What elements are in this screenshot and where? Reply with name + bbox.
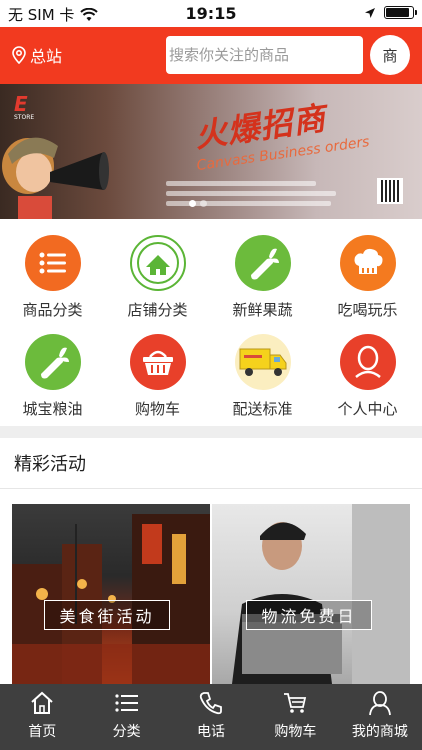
activity-tile-food-street[interactable]: 美食街活动 [12, 504, 210, 684]
section-rule [0, 488, 422, 489]
location-selector[interactable]: 总站 [12, 43, 62, 67]
vegetable-icon [24, 334, 81, 390]
map-pin-icon [12, 46, 26, 64]
user-icon [368, 691, 391, 716]
category-item-shops[interactable]: 店铺分类 [105, 235, 210, 320]
menu-icon [115, 694, 138, 712]
tab-home[interactable]: 首页 [0, 684, 84, 750]
farm-badge-icon [129, 235, 186, 291]
category-item-grain-oil[interactable]: 城宝粮油 [0, 334, 105, 419]
delivery-man-photo [232, 504, 410, 684]
activity-label: 美食街活动 [44, 600, 170, 630]
list-icon [24, 235, 81, 291]
status-time: 19:15 [185, 4, 237, 23]
user-icon [339, 334, 396, 390]
shop-button[interactable]: 商 [370, 35, 410, 75]
bottom-tab-bar: 首页 分类 电话 购物车 我的商城 [0, 684, 422, 750]
tab-categories[interactable]: 分类 [84, 684, 168, 750]
banner-pagination [189, 200, 207, 207]
food-street-photo [12, 514, 210, 684]
app-header: 总站 商 [0, 27, 422, 84]
phone-icon [199, 692, 222, 715]
home-icon [31, 691, 53, 714]
store-logo: E STORE [14, 92, 35, 121]
pagination-dot[interactable] [200, 200, 207, 207]
category-item-fresh-produce[interactable]: 新鲜果蔬 [210, 235, 315, 320]
status-bar: 无 SIM 卡 19:15 [0, 0, 422, 27]
chef-hat-icon [339, 235, 396, 291]
activity-tile-logistics[interactable]: 物流免费日 [212, 504, 410, 684]
promo-banner[interactable]: E STORE 火爆招商 Canvass Business orders [0, 84, 422, 219]
cart-icon [284, 693, 307, 713]
search-input[interactable] [166, 36, 363, 74]
delivery-truck-icon [234, 334, 291, 390]
vegetable-icon [234, 235, 291, 291]
section-title: 精彩活动 [14, 454, 86, 475]
category-item-food-entertainment[interactable]: 吃喝玩乐 [315, 235, 420, 320]
section-divider [0, 426, 422, 438]
activity-label: 物流免费日 [246, 600, 372, 630]
battery-icon [384, 6, 417, 19]
location-arrow-icon [365, 7, 375, 18]
child-with-megaphone-illustration [2, 137, 109, 219]
category-item-delivery[interactable]: 配送标准 [210, 334, 315, 419]
category-grid: 商品分类 店铺分类 新鲜果蔬 吃喝玩乐 城宝粮油 购物车 配送标准 个人中心 [0, 219, 422, 426]
qr-code-icon [377, 178, 403, 204]
pagination-dot[interactable] [189, 200, 196, 207]
category-item-profile[interactable]: 个人中心 [315, 334, 420, 419]
location-label: 总站 [30, 47, 63, 66]
basket-icon [129, 334, 186, 390]
tab-my-store[interactable]: 我的商城 [338, 684, 422, 750]
tab-phone[interactable]: 电话 [169, 684, 253, 750]
category-item-products[interactable]: 商品分类 [0, 235, 105, 320]
tab-cart[interactable]: 购物车 [253, 684, 337, 750]
category-item-cart[interactable]: 购物车 [105, 334, 210, 419]
